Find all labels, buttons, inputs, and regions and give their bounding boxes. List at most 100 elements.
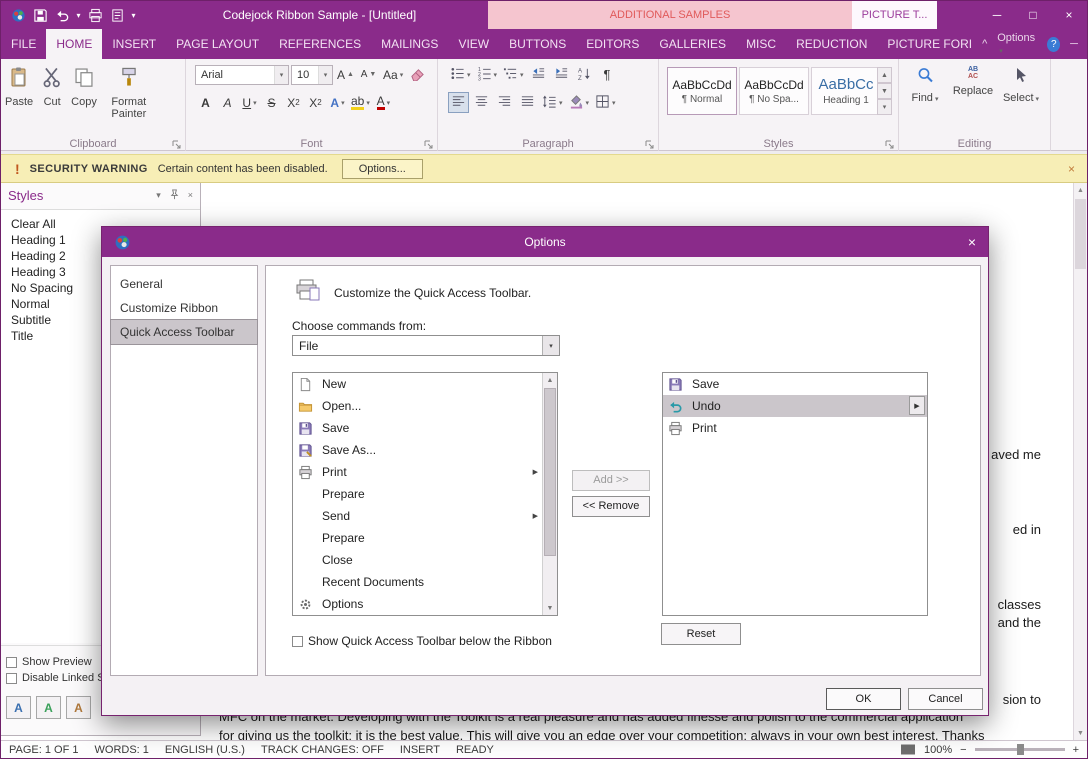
- zoom-in-button[interactable]: +: [1073, 744, 1079, 756]
- style-card-heading1[interactable]: AaBbCc Heading 1: [811, 67, 881, 115]
- additional-samples-tab[interactable]: ADDITIONAL SAMPLES: [488, 1, 852, 29]
- document-scrollbar[interactable]: ▲ ▼: [1073, 183, 1087, 740]
- add-button[interactable]: Add >>: [572, 470, 650, 491]
- style-card-normal[interactable]: AaBbCcDd ¶ Normal: [667, 67, 737, 115]
- qat-item-print[interactable]: Print: [663, 417, 927, 439]
- superscript-button[interactable]: X2: [305, 92, 326, 113]
- show-preview-checkbox[interactable]: [6, 657, 17, 668]
- command-item-print[interactable]: Print▶: [293, 461, 542, 483]
- format-painter-button[interactable]: Format Painter: [105, 59, 153, 120]
- style-inspector-button[interactable]: A: [36, 696, 61, 719]
- strikethrough-button[interactable]: S: [261, 92, 282, 113]
- choose-commands-dropdown[interactable]: File ▾: [292, 335, 560, 356]
- mdi-minimize-button[interactable]: ─: [1070, 38, 1078, 50]
- command-item-recent-documents[interactable]: Recent Documents: [293, 571, 542, 593]
- styles-dialog-launcher-icon[interactable]: [884, 137, 895, 148]
- qat-item-undo[interactable]: Undo▶: [663, 395, 927, 417]
- nav-item-customize-ribbon[interactable]: Customize Ribbon: [111, 296, 257, 320]
- font-size-combo[interactable]: 10▾: [291, 65, 333, 85]
- qat-print-preview-button[interactable]: [106, 4, 128, 26]
- tab-galleries[interactable]: GALLERIES: [649, 29, 736, 59]
- decrease-indent-button[interactable]: [528, 64, 549, 85]
- copy-button[interactable]: Copy: [71, 59, 97, 120]
- change-case-button[interactable]: Aa▾: [381, 64, 405, 85]
- status-track-changes[interactable]: TRACK CHANGES: OFF: [261, 744, 384, 756]
- tab-references[interactable]: REFERENCES: [269, 29, 371, 59]
- grow-font-button[interactable]: A▲: [335, 64, 356, 85]
- app-logo-icon[interactable]: [7, 4, 29, 26]
- align-left-button[interactable]: [448, 92, 469, 113]
- text-effects-button[interactable]: A▾: [327, 92, 348, 113]
- numbering-button[interactable]: 123▾: [475, 64, 500, 85]
- justify-button[interactable]: [517, 92, 538, 113]
- underline-button[interactable]: U▾: [239, 92, 260, 113]
- dialog-titlebar[interactable]: Options ×: [102, 227, 988, 257]
- italic-button[interactable]: A: [217, 92, 238, 113]
- line-spacing-button[interactable]: ▾: [540, 92, 565, 113]
- scroll-down-icon[interactable]: ▼: [543, 601, 557, 615]
- styles-pane-dropdown-icon[interactable]: ▾: [156, 190, 161, 201]
- zoom-slider[interactable]: [975, 748, 1065, 751]
- command-item-save[interactable]: Save: [293, 417, 542, 439]
- zoom-out-button[interactable]: −: [960, 744, 966, 756]
- style-card-no-spacing[interactable]: AaBbCcDd ¶ No Spa...: [739, 67, 809, 115]
- find-button[interactable]: Find▾: [901, 59, 949, 106]
- tab-mailings[interactable]: MAILINGS: [371, 29, 448, 59]
- ok-button[interactable]: OK: [826, 688, 901, 710]
- tab-picture-format[interactable]: PICTURE FORI: [877, 29, 982, 59]
- status-insert-mode[interactable]: INSERT: [400, 744, 440, 756]
- command-item-options[interactable]: Options: [293, 593, 542, 615]
- command-item-prepare-2[interactable]: Prepare: [293, 527, 542, 549]
- new-style-button[interactable]: A: [6, 696, 31, 719]
- tab-view[interactable]: VIEW: [448, 29, 499, 59]
- qat-save-button[interactable]: [29, 4, 51, 26]
- command-item-send[interactable]: Send▶: [293, 505, 542, 527]
- increase-indent-button[interactable]: [551, 64, 572, 85]
- shading-button[interactable]: ▾: [567, 92, 592, 113]
- status-page[interactable]: PAGE: 1 OF 1: [9, 744, 79, 756]
- clipboard-dialog-launcher-icon[interactable]: [171, 137, 182, 148]
- align-right-button[interactable]: [494, 92, 515, 113]
- close-button[interactable]: ×: [1051, 1, 1087, 29]
- styles-gallery-more-icon[interactable]: ▾: [877, 99, 892, 115]
- cut-button[interactable]: Cut: [41, 59, 63, 120]
- tab-home[interactable]: HOME: [46, 29, 102, 59]
- scroll-up-icon[interactable]: ▲: [1074, 183, 1087, 197]
- cancel-button[interactable]: Cancel: [908, 688, 983, 710]
- chevron-down-icon[interactable]: ▾: [542, 336, 559, 355]
- scrollbar-thumb[interactable]: [544, 388, 556, 556]
- paragraph-dialog-launcher-icon[interactable]: [644, 137, 655, 148]
- tab-buttons[interactable]: BUTTONS: [499, 29, 576, 59]
- security-close-icon[interactable]: ×: [1068, 162, 1075, 176]
- sort-button[interactable]: AZ: [574, 64, 595, 85]
- qat-undo-dropdown-icon[interactable]: ▾: [73, 4, 84, 26]
- minimize-button[interactable]: ─: [979, 1, 1015, 29]
- scroll-up-icon[interactable]: ▲: [543, 373, 557, 387]
- paste-button[interactable]: Paste: [5, 59, 33, 120]
- bold-button[interactable]: A: [195, 92, 216, 113]
- options-menu-button[interactable]: Options ▾: [997, 32, 1037, 56]
- multilevel-list-button[interactable]: ▾: [501, 64, 526, 85]
- command-item-save-as[interactable]: Save As...: [293, 439, 542, 461]
- security-options-button[interactable]: Options...: [342, 159, 423, 179]
- nav-item-quick-access-toolbar[interactable]: Quick Access Toolbar: [111, 320, 257, 344]
- help-icon[interactable]: ?: [1047, 37, 1060, 52]
- show-paragraph-marks-button[interactable]: ¶: [597, 64, 618, 85]
- subscript-button[interactable]: X2: [283, 92, 304, 113]
- chevron-down-icon[interactable]: ▾: [318, 66, 332, 84]
- command-item-prepare[interactable]: Prepare: [293, 483, 542, 505]
- nav-item-general[interactable]: General: [111, 272, 257, 296]
- styles-scroll-up-icon[interactable]: ▲: [877, 67, 892, 83]
- show-below-ribbon-checkbox[interactable]: [292, 636, 303, 647]
- borders-button[interactable]: ▾: [593, 92, 618, 113]
- qat-print-button[interactable]: [84, 4, 106, 26]
- pin-icon[interactable]: [169, 189, 180, 202]
- tab-misc[interactable]: MISC: [736, 29, 786, 59]
- disable-linked-checkbox[interactable]: [6, 673, 17, 684]
- font-color-button[interactable]: A▾: [373, 92, 394, 113]
- picture-tools-tab[interactable]: PICTURE T...: [852, 1, 937, 29]
- command-item-new[interactable]: New: [293, 373, 542, 395]
- tab-insert[interactable]: INSERT: [102, 29, 166, 59]
- collapse-ribbon-icon[interactable]: ^: [982, 38, 987, 50]
- shrink-font-button[interactable]: A▼: [358, 64, 379, 85]
